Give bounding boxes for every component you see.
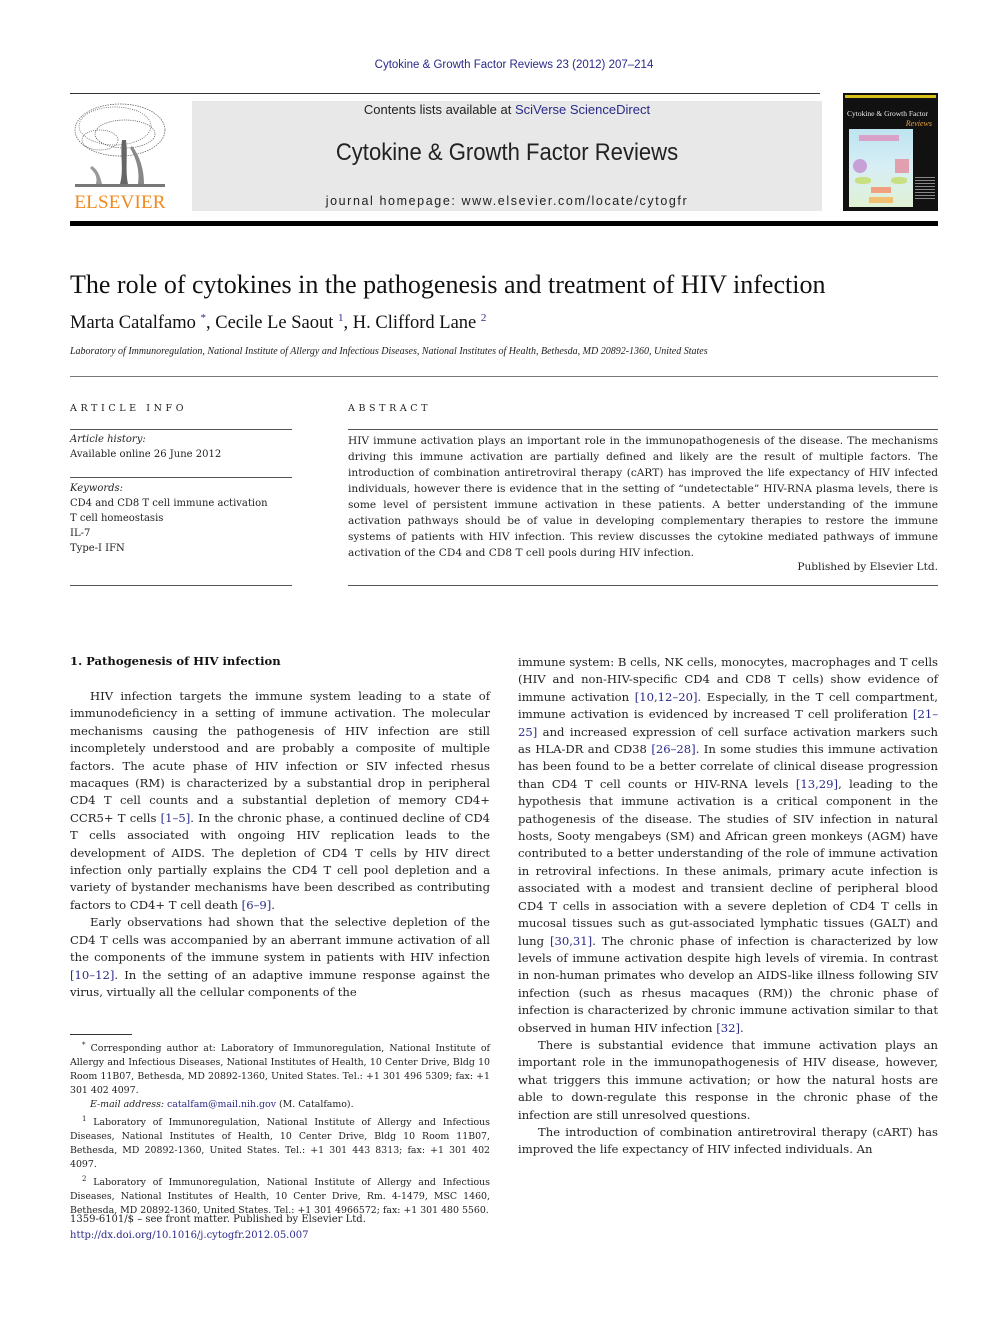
cover-illustration xyxy=(849,129,913,207)
abstract-heading: ABSTRACT xyxy=(348,403,432,414)
paragraph: Early observations had shown that the se… xyxy=(70,915,490,999)
author-separator: , xyxy=(343,313,353,333)
citation-link[interactable]: [32] xyxy=(716,1021,740,1035)
elsevier-tree-icon xyxy=(74,103,166,187)
footnotes: * Corresponding author at: Laboratory of… xyxy=(70,1038,490,1218)
footnote-mark: * xyxy=(82,1041,86,1049)
issn-line: 1359-6101/$ – see front matter. Publishe… xyxy=(70,1214,366,1225)
article-info-rule xyxy=(70,429,292,430)
article-info-heading: ARTICLE INFO xyxy=(70,403,188,414)
section-heading: 1. Pathogenesis of HIV infection xyxy=(70,654,281,668)
author-separator: , xyxy=(205,313,216,333)
paragraph: The introduction of combination antiretr… xyxy=(518,1124,938,1157)
keyword-item: Type-I IFN xyxy=(70,543,125,554)
article-info-bottom-rule xyxy=(70,585,292,586)
paragraph: There is substantial evidence that immun… xyxy=(518,1037,938,1122)
abstract-rule xyxy=(348,429,938,430)
journal-cover-image[interactable]: Cytokine & Growth Factor Reviews xyxy=(843,93,938,211)
keywords-block: Keywords: CD4 and CD8 T cell immune acti… xyxy=(70,481,292,556)
abstract-bottom-rule xyxy=(348,585,938,586)
article-history-label: Article history: xyxy=(70,434,146,445)
citation-link[interactable]: [21–25] xyxy=(518,707,938,738)
doi-link[interactable]: http://dx.doi.org/10.1016/j.cytogfr.2012… xyxy=(70,1230,308,1241)
footnote-mark: 2 xyxy=(82,1175,87,1184)
footnote-text: Laboratory of Immunoregulation, National… xyxy=(70,1117,490,1171)
citation-link[interactable]: [1–5] xyxy=(161,811,191,825)
author-name[interactable]: Marta Catalfamo xyxy=(70,313,196,333)
elsevier-wordmark: ELSEVIER xyxy=(74,192,166,213)
cover-text-block xyxy=(915,177,935,201)
email-suffix: (M. Catalfamo). xyxy=(276,1099,354,1111)
paragraph: immune system: B cells, NK cells, monocy… xyxy=(518,655,939,1035)
abstract-publisher-note: Published by Elsevier Ltd. xyxy=(797,561,938,573)
body-column-right: immune system: B cells, NK cells, monocy… xyxy=(518,654,938,1159)
author-name[interactable]: H. Clifford Lane xyxy=(353,313,476,333)
front-matter: 1359-6101/$ – see front matter. Publishe… xyxy=(70,1212,366,1244)
author-list: Marta Catalfamo *, Cecile Le Saout 1, H.… xyxy=(70,312,487,334)
journal-name: Cytokine & Growth Factor Reviews xyxy=(335,139,679,166)
journal-homepage-link[interactable]: journal homepage: www.elsevier.com/locat… xyxy=(192,194,822,208)
article-history-value: Available online 26 June 2012 xyxy=(70,449,222,460)
title-rule xyxy=(70,376,938,377)
footnote-corresponding: * Corresponding author at: Laboratory of… xyxy=(70,1038,490,1098)
footnote-email: E-mail address: catalfam@mail.nih.gov (M… xyxy=(70,1098,490,1112)
body-column-left: HIV infection targets the immune system … xyxy=(70,688,490,1001)
article-title: The role of cytokines in the pathogenesi… xyxy=(70,270,826,299)
cover-top-bar xyxy=(845,95,936,98)
footnote-mark: 1 xyxy=(82,1115,87,1124)
cover-subtitle: Reviews xyxy=(905,119,932,128)
author-name[interactable]: Cecile Le Saout xyxy=(215,313,333,333)
cover-title: Cytokine & Growth Factor xyxy=(847,109,929,118)
header-thick-rule xyxy=(70,221,938,226)
keyword-item: T cell homeostasis xyxy=(70,513,164,524)
citation-link[interactable]: [6–9] xyxy=(242,898,272,912)
journal-banner: Contents lists available at SciVerse Sci… xyxy=(192,101,822,211)
footnote-1: 1 Laboratory of Immunoregulation, Nation… xyxy=(70,1112,490,1172)
keyword-item: IL-7 xyxy=(70,528,91,539)
paragraph: HIV infection targets the immune system … xyxy=(70,689,490,912)
elsevier-logo[interactable]: ELSEVIER xyxy=(70,100,170,213)
citation-link[interactable]: [13,29] xyxy=(796,777,838,791)
contents-line: Contents lists available at SciVerse Sci… xyxy=(192,102,822,117)
keywords-rule xyxy=(70,477,292,478)
header-rule xyxy=(70,93,820,94)
keywords-label: Keywords: xyxy=(70,483,124,494)
email-link[interactable]: catalfam@mail.nih.gov xyxy=(167,1099,276,1110)
email-label: E-mail address: xyxy=(90,1099,168,1111)
footnote-text: Laboratory of Immunoregulation, National… xyxy=(70,1177,490,1217)
citation-link[interactable]: [26–28] xyxy=(651,742,695,756)
journal-citation-link[interactable]: Cytokine & Growth Factor Reviews 23 (201… xyxy=(0,59,992,71)
keyword-item: CD4 and CD8 T cell immune activation xyxy=(70,498,268,509)
citation-link[interactable]: [10,12–20] xyxy=(635,690,698,704)
abstract-text: HIV immune activation plays an important… xyxy=(348,435,938,559)
footnote-text: Corresponding author at: Laboratory of I… xyxy=(70,1043,491,1097)
sciencedirect-link[interactable]: SciVerse ScienceDirect xyxy=(515,102,650,117)
affiliation-mark[interactable]: 2 xyxy=(481,312,487,324)
citation-link[interactable]: [30,31] xyxy=(550,934,592,948)
contents-prefix: Contents lists available at xyxy=(363,102,515,117)
author-affiliation: Laboratory of Immunoregulation, National… xyxy=(70,346,708,357)
article-history: Article history: Available online 26 Jun… xyxy=(70,432,292,462)
citation-link[interactable]: [10–12] xyxy=(70,968,114,982)
footnote-rule xyxy=(70,1034,132,1035)
